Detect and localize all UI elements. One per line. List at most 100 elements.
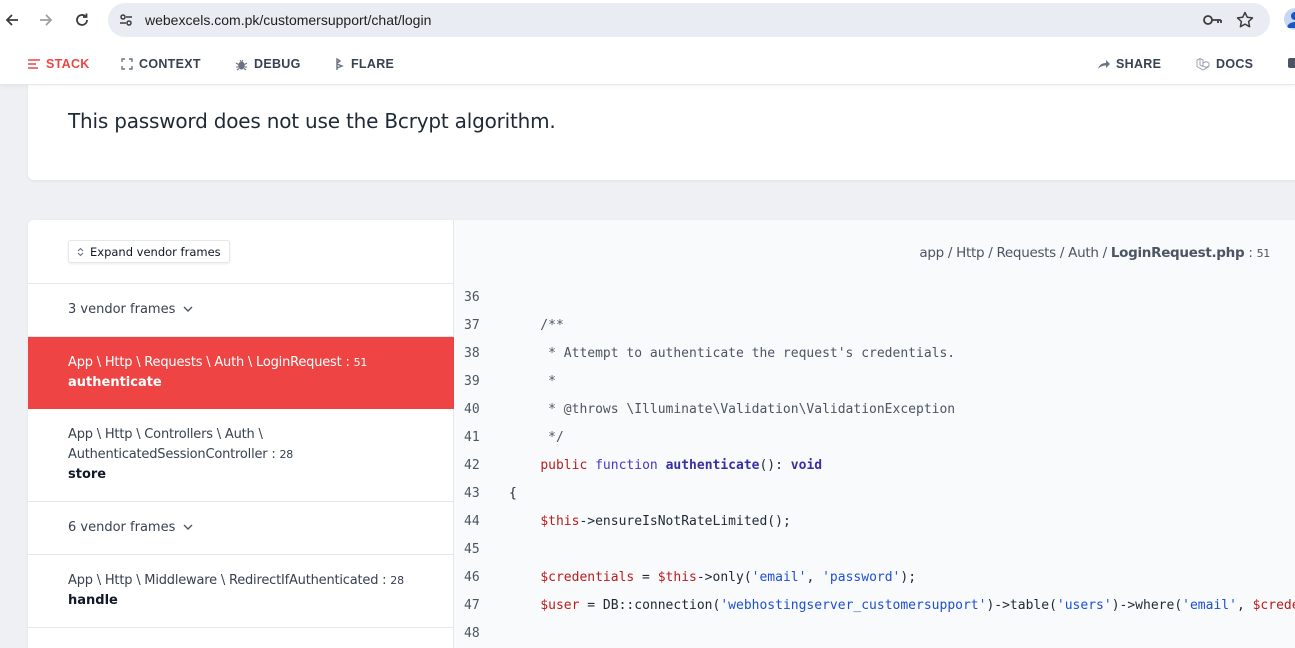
tab-flare-label: FLARE: [351, 57, 395, 71]
code-snippet-panel: app / Http / Requests / Auth / LoginRequ…: [454, 220, 1295, 648]
stack-icon: [28, 59, 40, 69]
stack-frame[interactable]: App \ Http \ Middleware \ RedirectIfAuth…: [28, 555, 454, 628]
stack-frame[interactable]: App \ Http \ Controllers \ Auth \ Authen…: [28, 409, 454, 502]
code-line: 43 {: [454, 480, 1295, 508]
code-line-source: *: [509, 374, 556, 389]
code-line: 42 public function authenticate(): void: [454, 452, 1295, 480]
tab-debug-label: DEBUG: [254, 57, 301, 71]
code-line: 41 */: [454, 424, 1295, 452]
code-line: 38 * Attempt to authenticate the request…: [454, 340, 1295, 368]
stack-frame-selected[interactable]: App \ Http \ Requests \ Auth \ LoginRequ…: [28, 337, 454, 409]
code-line: 47 $user = DB::connection('webhostingser…: [454, 592, 1295, 620]
frame-line: 28: [390, 574, 404, 587]
code-line-source: * Attempt to authenticate the request's …: [509, 346, 956, 361]
tab-context[interactable]: CONTEXT: [121, 57, 201, 71]
code-line-source: public function authenticate(): void: [540, 458, 823, 473]
file-breadcrumb[interactable]: app / Http / Requests / Auth / LoginRequ…: [919, 245, 1270, 261]
settings-icon[interactable]: [1288, 58, 1295, 68]
tab-stack-label: STACK: [46, 57, 90, 71]
exception-message: This password does not use the Bcrypt al…: [68, 109, 556, 133]
profile-avatar[interactable]: [1284, 8, 1295, 30]
expand-vendor-frames-button[interactable]: Expand vendor frames: [68, 240, 230, 263]
code-line-number: 41: [464, 430, 480, 445]
reload-icon: [76, 13, 88, 26]
frame-method: authenticate: [68, 375, 162, 390]
code-line-source: /**: [509, 318, 564, 333]
code-line-source: {: [509, 486, 517, 501]
code-line: 45: [454, 536, 1295, 564]
vendor-frames-group[interactable]: 3 vendor frames: [28, 284, 454, 337]
code-line-number: 44: [464, 514, 480, 529]
tab-stack[interactable]: STACK: [28, 57, 90, 71]
code-line: 37 /**: [454, 312, 1295, 340]
arrow-right-icon: [40, 14, 53, 26]
tab-flare[interactable]: FLARE: [335, 57, 394, 71]
file-path-prefix: app / Http / Requests / Auth /: [919, 245, 1111, 261]
frame-method: handle: [68, 593, 118, 608]
share-icon: [1098, 59, 1110, 69]
laravel-docs-icon: [1196, 57, 1210, 71]
forward-button[interactable]: [34, 8, 58, 32]
code-line: 44 $this->ensureIsNotRateLimited();: [454, 508, 1295, 536]
expand-corners-icon: [121, 58, 133, 70]
back-button[interactable]: [0, 8, 24, 32]
bug-icon: [235, 59, 248, 70]
code-line-number: 48: [464, 626, 480, 641]
stack-trace-panel: Expand vendor frames 3 vendor frames App…: [28, 220, 1295, 648]
frame-path: App \ Http \ Middleware \ RedirectIfAuth…: [68, 573, 379, 588]
code-line-number: 40: [464, 402, 480, 417]
code-line: 40 * @throws \Illuminate\Validation\Vali…: [454, 396, 1295, 424]
docs-label: DOCS: [1216, 57, 1254, 71]
code-line-number: 39: [464, 374, 480, 389]
frame-path-line1: App \ Http \ Controllers \ Auth \: [68, 427, 263, 442]
share-label: SHARE: [1116, 57, 1162, 71]
expand-row: Expand vendor frames: [28, 220, 454, 284]
code-line: 48: [454, 620, 1295, 648]
code-line-number: 45: [464, 542, 480, 557]
chevron-down-icon: [183, 306, 193, 312]
frame-line: 28: [279, 448, 294, 461]
docs-button[interactable]: DOCS: [1196, 57, 1253, 71]
code-line-number: 47: [464, 598, 480, 613]
chevron-up-down-icon: [77, 247, 84, 256]
password-key-icon[interactable]: [1203, 12, 1223, 33]
browser-chrome: webexcels.com.pk/customersupport/chat/lo…: [0, 0, 1295, 41]
code-line-number: 43: [464, 486, 480, 501]
ignition-toolbar: STACK CONTEXT DEBUG FLARE SHARE DOCS: [0, 41, 1295, 85]
vendor-frames-label: 6 vendor frames: [68, 520, 176, 535]
chevron-down-icon: [183, 524, 193, 530]
arrow-left-icon: [5, 14, 18, 26]
exception-card: This password does not use the Bcrypt al…: [28, 70, 1295, 180]
frame-line: 51: [353, 356, 368, 369]
site-settings-icon[interactable]: [118, 12, 134, 33]
frame-path: App \ Http \ Requests \ Auth \ LoginRequ…: [68, 355, 342, 370]
code-line: 39 *: [454, 368, 1295, 396]
frame-method: store: [68, 467, 107, 482]
code-line-number: 37: [464, 318, 480, 333]
flare-icon: [336, 57, 344, 70]
code-line-source: */: [509, 430, 564, 445]
vendor-frames-group[interactable]: 6 vendor frames: [28, 502, 454, 555]
code-line-source: * @throws \Illuminate\Validation\Validat…: [509, 402, 956, 417]
url-text[interactable]: webexcels.com.pk/customersupport/chat/lo…: [145, 12, 431, 28]
vendor-frames-label: 3 vendor frames: [68, 302, 176, 317]
code-line-source: $user = DB::connection('webhostingserver…: [540, 598, 1295, 613]
address-bar[interactable]: webexcels.com.pk/customersupport/chat/lo…: [108, 3, 1270, 37]
code-line-number: 42: [464, 458, 480, 473]
tab-debug[interactable]: DEBUG: [235, 57, 301, 71]
code-line-source: $credentials = $this->only('email', 'pas…: [540, 570, 917, 585]
code-line: 46 $credentials = $this->only('email', '…: [454, 564, 1295, 592]
frame-path-line2: AuthenticatedSessionController: [68, 447, 268, 462]
tab-context-label: CONTEXT: [139, 57, 201, 71]
share-button[interactable]: SHARE: [1097, 57, 1161, 71]
file-name: LoginRequest.php: [1110, 245, 1245, 261]
reload-button[interactable]: [70, 8, 94, 32]
frames-list: Expand vendor frames 3 vendor frames App…: [28, 220, 454, 648]
bookmark-star-icon[interactable]: [1236, 11, 1254, 34]
file-line-number: 51: [1256, 247, 1271, 260]
code-line-source: $this->ensureIsNotRateLimited();: [540, 514, 791, 529]
expand-vendor-frames-label: Expand vendor frames: [90, 244, 221, 259]
code-line-number: 36: [464, 290, 480, 305]
code-line-number: 46: [464, 570, 480, 585]
code-line-number: 38: [464, 346, 480, 361]
